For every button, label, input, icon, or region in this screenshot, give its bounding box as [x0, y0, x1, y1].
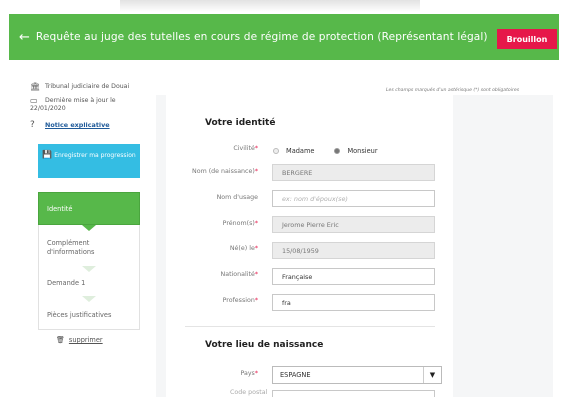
civility-radio-group: Madame Monsieur: [273, 147, 398, 155]
delete-link[interactable]: 🗑 supprimer: [56, 336, 103, 344]
window-top-shadow: [120, 0, 420, 12]
birthdate-input[interactable]: 15/08/1959: [272, 242, 435, 259]
step-label: Identité: [47, 204, 73, 213]
arrow-left-icon[interactable]: ←: [19, 30, 30, 45]
identity-section-title: Votre identité: [205, 118, 276, 128]
page-header: ← Requête au juge des tutelles en cours …: [9, 14, 559, 60]
step-label: Demande 1: [47, 279, 86, 287]
firstnames-input[interactable]: Jerome Pierre Eric: [272, 216, 435, 233]
profession-input[interactable]: fra: [272, 294, 435, 311]
step-complement[interactable]: Complément d'informations: [39, 233, 139, 263]
step-separator: [82, 266, 96, 272]
country-label: Pays*: [240, 370, 258, 377]
country-value: ESPAGNE: [280, 371, 311, 379]
question-icon: ?: [30, 120, 35, 130]
radio-monsieur-label: Monsieur: [347, 147, 378, 155]
radio-madame-label: Madame: [286, 147, 315, 155]
usage-name-label: Nom d'usage: [216, 194, 258, 201]
usage-name-input[interactable]: ex: nom d'époux(se): [272, 190, 435, 207]
calendar-icon: ▭: [30, 96, 38, 105]
last-update-info: ▭ Dernière mise à jour le 22/01/2020: [30, 97, 116, 113]
last-update-date: 22/01/2020: [30, 105, 66, 112]
step-label: Pièces justificatives: [47, 311, 112, 319]
civility-label: Civilité*: [233, 145, 258, 152]
step-identite[interactable]: Identité: [38, 192, 140, 225]
firstnames-label: Prénom(s)*: [222, 220, 258, 227]
save-icon: 💾: [42, 150, 53, 159]
step-list: Identité Complément d'informations Deman…: [38, 192, 140, 330]
step-separator: [82, 225, 96, 231]
step-pieces[interactable]: Pièces justificatives: [39, 305, 139, 325]
court-name: Tribunal judiciaire de Douai: [45, 83, 130, 90]
radio-monsieur[interactable]: [334, 148, 341, 154]
trash-icon: 🗑: [56, 336, 65, 344]
profession-label: Profession*: [222, 297, 258, 304]
nationality-input[interactable]: Française: [272, 268, 435, 285]
step-label: Complément d'informations: [47, 239, 95, 256]
courthouse-icon: 🏛: [30, 82, 41, 91]
right-margin: [553, 62, 567, 397]
birth-name-label: Nom (de naissance)*: [192, 168, 258, 175]
caret-down-icon: ▼: [423, 367, 441, 383]
court-info: 🏛 Tribunal judiciaire de Douai: [30, 83, 129, 91]
country-select[interactable]: ESPAGNE ▼: [272, 366, 442, 384]
birthplace-section-title: Votre lieu de naissance: [205, 340, 324, 350]
postal-code-label: Code postal: [230, 389, 268, 396]
radio-madame[interactable]: [273, 148, 279, 154]
page-title: Requête au juge des tutelles en cours de…: [35, 31, 488, 43]
birth-name-input[interactable]: BERGERE: [272, 164, 435, 181]
postal-code-input[interactable]: [272, 390, 435, 397]
birthdate-label: Né(e) le*: [229, 245, 258, 252]
nationality-label: Nationalité*: [220, 271, 259, 278]
save-progress-label: Enregistrer ma progression: [54, 152, 136, 159]
section-divider: [185, 326, 435, 327]
last-update-label: Dernière mise à jour le: [45, 97, 116, 104]
required-fields-note: Les champs marqués d'un astérisque (*) s…: [386, 88, 520, 93]
step-demande[interactable]: Demande 1: [39, 273, 139, 293]
step-separator: [82, 296, 96, 302]
delete-label: supprimer: [68, 336, 103, 344]
status-badge: Brouillon: [497, 29, 557, 49]
notice-link[interactable]: Notice explicative: [45, 121, 110, 129]
save-progress-button[interactable]: 💾 Enregistrer ma progression: [38, 144, 140, 178]
notice-info: ? Notice explicative: [30, 120, 110, 130]
